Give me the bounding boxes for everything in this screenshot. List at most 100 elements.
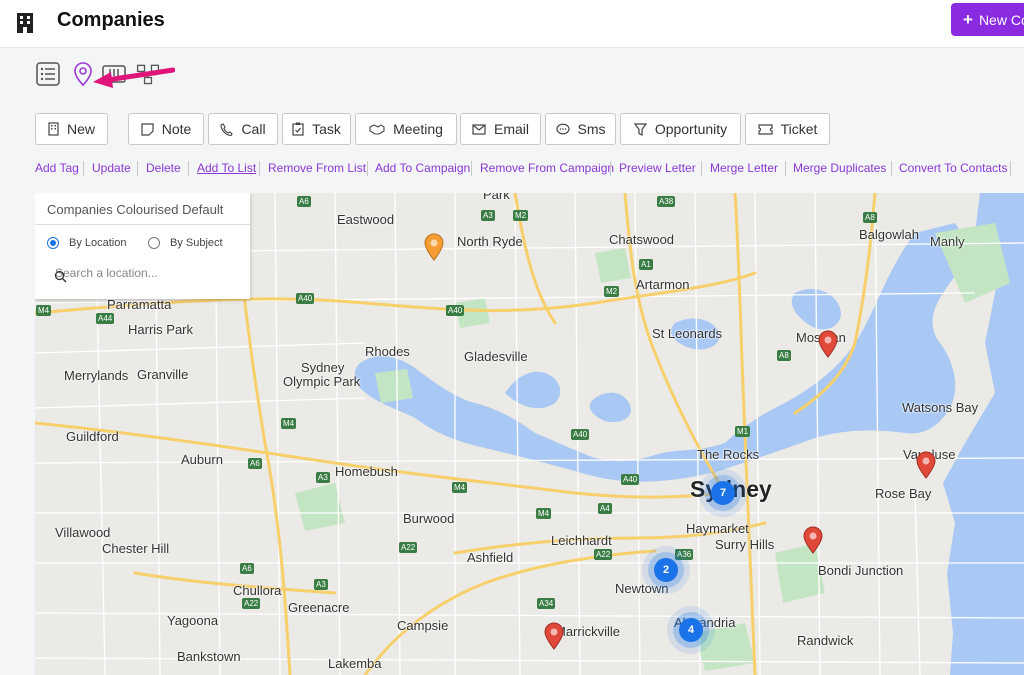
new-company-button[interactable]: + New Co: [951, 3, 1024, 36]
map-pin-red[interactable]: [544, 622, 564, 650]
delete-link[interactable]: Delete: [146, 161, 181, 175]
map-label: Villawood: [55, 525, 111, 540]
map-label: Bankstown: [177, 649, 241, 664]
divider: [1010, 161, 1011, 176]
map-label: Merrylands: [64, 368, 129, 383]
map-label: Sydney: [301, 360, 345, 375]
new-company-label: New Co: [978, 12, 1024, 28]
road-shield: A22: [242, 598, 261, 609]
add-to-campaign-link[interactable]: Add To Campaign: [375, 161, 470, 175]
merge-duplicates-link[interactable]: Merge Duplicates: [793, 161, 886, 175]
divider: [35, 224, 250, 225]
road-shield: A40: [446, 305, 465, 316]
meeting-label: Meeting: [393, 121, 443, 137]
map-label: St Leonards: [652, 326, 723, 341]
map-label: Guildford: [66, 429, 119, 444]
opportunity-button[interactable]: Opportunity: [620, 113, 741, 145]
email-button[interactable]: Email: [460, 113, 541, 145]
map-pin-red[interactable]: [916, 451, 936, 479]
map-cluster[interactable]: 4: [679, 618, 703, 642]
note-icon: [141, 122, 154, 136]
map-label: Ashfield: [467, 550, 514, 565]
divider: [367, 161, 368, 176]
map-label: Surry Hills: [715, 537, 775, 552]
road-shield: M2: [513, 210, 529, 221]
sms-button[interactable]: Sms: [545, 113, 616, 145]
map-label: Gladesville: [464, 349, 528, 364]
road-shield: A8: [863, 212, 877, 223]
map-label: Artarmon: [636, 277, 690, 292]
location-search-input[interactable]: [55, 266, 235, 280]
map-label: North Ryde: [457, 234, 523, 249]
email-label: Email: [493, 121, 529, 137]
ticket-button[interactable]: Ticket: [745, 113, 830, 145]
note-button[interactable]: Note: [128, 113, 204, 145]
divider: [610, 161, 611, 176]
list-view-icon[interactable]: [35, 60, 61, 88]
remove-from-list-link[interactable]: Remove From List: [268, 161, 366, 175]
phone-icon: [220, 122, 234, 136]
preview-letter-link[interactable]: Preview Letter: [619, 161, 696, 175]
road-shield: M4: [536, 508, 552, 519]
road-shield: A1: [639, 259, 653, 270]
divider: [785, 161, 786, 176]
new-button[interactable]: New: [35, 113, 108, 145]
road-shield: A22: [594, 549, 613, 560]
meeting-button[interactable]: Meeting: [355, 113, 457, 145]
map-label: Manly: [930, 234, 965, 249]
map-label: Harris Park: [128, 322, 194, 337]
road-shield: A44: [96, 313, 115, 324]
merge-letter-link[interactable]: Merge Letter: [710, 161, 778, 175]
highlight-arrow: [93, 67, 175, 88]
filter-title[interactable]: Companies Colourised Default: [47, 202, 223, 217]
update-link[interactable]: Update: [92, 161, 131, 175]
companies-map[interactable]: Park Eastwood North Ryde Chatswood Balgo…: [35, 193, 1024, 675]
map-label: Balgowlah: [859, 227, 919, 242]
map-label: Chullora: [233, 583, 282, 598]
road-shield: A3: [481, 210, 495, 221]
map-label: Olympic Park: [283, 374, 361, 389]
plus-icon: +: [963, 10, 973, 29]
map-cluster[interactable]: 7: [711, 481, 735, 505]
convert-to-contacts-link[interactable]: Convert To Contacts: [899, 161, 1008, 175]
map-label: Burwood: [403, 511, 455, 526]
divider: [137, 161, 138, 176]
add-tag-link[interactable]: Add Tag: [35, 161, 79, 175]
divider: [891, 161, 892, 176]
map-label: Yagoona: [167, 613, 219, 628]
call-button[interactable]: Call: [208, 113, 278, 145]
add-to-list-link[interactable]: Add To List: [197, 161, 256, 175]
map-pin-red[interactable]: [818, 330, 838, 358]
road-shield: M1: [735, 426, 751, 437]
map-label: Auburn: [181, 452, 223, 467]
map-pin-orange[interactable]: [424, 233, 444, 261]
map-label: Eastwood: [337, 212, 395, 227]
road-shield: A38: [657, 196, 676, 207]
road-shield: M4: [452, 482, 468, 493]
map-label: Greenacre: [288, 600, 350, 615]
map-label: Chatswood: [609, 232, 675, 247]
building-icon: [17, 13, 33, 33]
opportunity-label: Opportunity: [654, 121, 728, 137]
sms-label: Sms: [577, 121, 606, 137]
map-label: Rose Bay: [875, 486, 932, 501]
call-label: Call: [241, 121, 266, 137]
map-pin-red[interactable]: [803, 526, 823, 554]
by-location-label: By Location: [69, 237, 127, 249]
map-label: Parramatta: [107, 297, 172, 312]
road-shield: A3: [316, 472, 330, 483]
envelope-icon: [472, 123, 486, 135]
by-location-radio[interactable]: [47, 237, 59, 249]
divider: [259, 161, 260, 176]
building-icon: [48, 122, 59, 136]
map-label: Chester Hill: [102, 541, 170, 556]
map-cluster[interactable]: 2: [654, 558, 678, 582]
road-shield: A40: [571, 429, 590, 440]
search-icon: [54, 270, 67, 283]
by-subject-radio[interactable]: [148, 237, 160, 249]
map-label: Haymarket: [686, 521, 749, 536]
road-shield: A40: [296, 293, 315, 304]
task-button[interactable]: Task: [282, 113, 351, 145]
road-shield: A3: [314, 579, 328, 590]
remove-from-campaign-link[interactable]: Remove From Campaign: [480, 161, 614, 175]
